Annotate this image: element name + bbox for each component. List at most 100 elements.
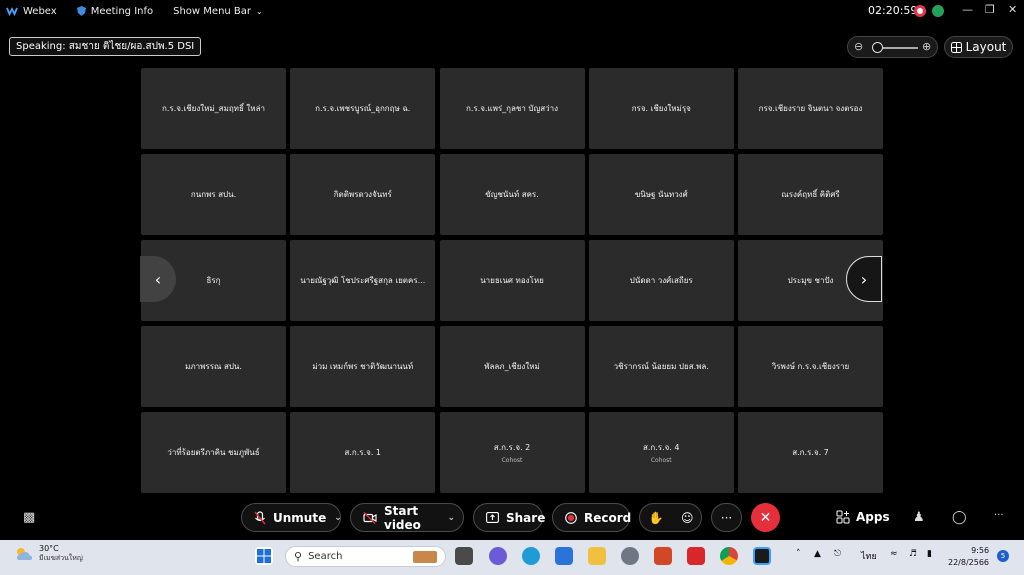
start-video-label: Start video	[384, 503, 421, 532]
powerpoint-icon[interactable]	[654, 547, 672, 565]
participant-tile[interactable]: ส.ก.ร.จ. 4 Cohost	[588, 412, 734, 493]
input-language[interactable]: ไทย	[861, 549, 877, 563]
participant-tile[interactable]: ปนัดดา วงศ์เสถียร	[588, 240, 734, 321]
share-label: Share	[506, 510, 546, 525]
zoom-slider[interactable]: ⊖ ⊕	[847, 36, 938, 58]
participant-name: ขัญชนันท์ สคร.	[485, 190, 539, 199]
participant-name: พัลลภ_เชียงใหม่	[484, 362, 540, 371]
chevron-down-icon: ⌄	[256, 6, 263, 16]
participant-name: นายธเนศ ทองโหย	[480, 276, 544, 285]
tray-security-icon[interactable]: ▲	[814, 549, 821, 559]
participant-name: กนกพร สปน.	[190, 190, 237, 199]
taskbar-search[interactable]: ⚲ Search	[285, 546, 446, 567]
participant-tile[interactable]: นายธเนศ ทองโหย	[439, 240, 585, 321]
participant-role: Cohost	[501, 457, 523, 464]
participant-tile[interactable]: ก.ร.จ.เชียงใหม่_สมฤทธิ์ ใหล่า	[141, 68, 286, 149]
weather-widget[interactable]: 30°C มีเมฆส่วนใหญ่	[14, 544, 83, 564]
windows-start-icon[interactable]	[255, 547, 273, 565]
layout-button[interactable]: Layout	[944, 36, 1013, 58]
participant-name: ก.ร.จ.แพร่_กุลชา บัญสว่าง	[465, 104, 559, 113]
participant-name: ประมุข ชาปัง	[787, 276, 834, 285]
close-window-icon[interactable]: ✕	[1008, 3, 1017, 16]
emoji-reaction-icon[interactable]: ☺	[681, 511, 694, 525]
tray-chevron-up-icon[interactable]: ˄	[796, 549, 801, 559]
participants-icon[interactable]: ♟	[913, 510, 925, 525]
clock-time: 9:56	[971, 546, 990, 555]
network-status-icon	[932, 5, 944, 17]
participant-name: ขนิษฐ นันทวงศ์	[634, 190, 688, 199]
captions-icon[interactable]: ▩	[23, 510, 35, 525]
edge-browser-icon[interactable]	[522, 547, 540, 565]
more-options-button[interactable]: ···	[711, 503, 742, 532]
participant-tile[interactable]: นายณัฐวุฒิ โชประศรีฐสกุล เยตคร...	[290, 240, 436, 321]
unmute-label: Unmute	[273, 510, 327, 525]
participant-tile[interactable]: ม่วม เหมก์พร ชาติวัฒนานนท์	[290, 326, 436, 407]
chevron-left-icon: ‹	[154, 269, 162, 289]
apps-button[interactable]: Apps	[836, 510, 890, 524]
chat-icon[interactable]: ◯	[952, 510, 967, 525]
video-off-icon	[363, 511, 377, 525]
notification-badge[interactable]: 5	[997, 550, 1009, 562]
chrome-browser-icon[interactable]	[720, 547, 738, 565]
participant-name: ณรงค์ฤทธิ์ คิติศรี	[781, 190, 840, 199]
participant-tile[interactable]: กรจ. เชียงใหม่รุจ	[588, 68, 734, 149]
acrobat-icon[interactable]	[687, 547, 705, 565]
zoom-handle[interactable]	[872, 42, 883, 53]
participant-name: ว่าที่ร้อยตรีภาคิน ชมภูพันธ์	[167, 448, 260, 457]
participant-tile[interactable]: วชิรากรณ์ น้อยยม ปยส.พล.	[588, 326, 734, 407]
more-panel-icon[interactable]: ···	[994, 510, 1004, 521]
file-explorer-icon[interactable]	[588, 547, 606, 565]
settings-icon[interactable]	[621, 547, 639, 565]
mic-muted-icon	[254, 510, 266, 525]
microsoft-store-icon[interactable]	[555, 547, 573, 565]
participant-tile[interactable]: กิตติพรดวงจันทร์	[290, 154, 436, 235]
participant-tile[interactable]: ณรงค์ฤทธิ์ คิติศรี	[738, 154, 883, 235]
participant-tile[interactable]: มภาพรรณ สปน.	[141, 326, 286, 407]
participant-tile[interactable]: วิรพงษ์ ก.ร.จ.เชียงราย	[738, 326, 883, 407]
webex-taskbar-icon[interactable]	[753, 547, 771, 565]
participant-tile[interactable]: ส.ก.ร.จ. 2 Cohost	[439, 412, 585, 493]
teams-chat-icon[interactable]	[489, 547, 507, 565]
temperature: 30°C	[39, 544, 59, 553]
participant-name: ส.ก.ร.จ. 2	[493, 443, 531, 452]
participant-tile[interactable]: ก.ร.จ.แพร่_กุลชา บัญสว่าง	[439, 68, 585, 149]
participant-tile[interactable]: ขนิษฐ นันทวงศ์	[588, 154, 734, 235]
webex-menu[interactable]: Webex	[6, 6, 57, 17]
meeting-timer: 02:20:59	[868, 4, 918, 17]
system-clock[interactable]: 9:56 22/8/2566	[948, 545, 989, 569]
leave-meeting-button[interactable]: ✕	[751, 503, 780, 532]
clock-date: 22/8/2566	[948, 558, 990, 567]
participant-tile[interactable]: ขัญชนันท์ สคร.	[439, 154, 585, 235]
raise-hand-icon[interactable]: ✋	[649, 511, 664, 525]
chevron-down-icon[interactable]: ⌄	[447, 513, 455, 523]
battery-icon[interactable]: ▮	[927, 549, 932, 559]
participant-tile[interactable]: พัลลภ_เชียงใหม่	[439, 326, 585, 407]
participant-tile[interactable]: ส.ก.ร.จ. 1	[290, 412, 436, 493]
share-button[interactable]: Share	[473, 503, 546, 532]
participant-tile[interactable]: ก.ร.จ.เพชรบูรณ์_อุกกฤษ ฉ.	[290, 68, 436, 149]
participant-name: นายณัฐวุฒิ โชประศรีฐสกุล เยตคร...	[300, 276, 426, 285]
meeting-info-button[interactable]: Meeting Info	[76, 6, 153, 17]
participant-name: กรจ.เชียงราย จินตนา จงตรอง	[758, 104, 863, 113]
participant-tile[interactable]: กนกพร สปน.	[141, 154, 286, 235]
show-menu-bar-button[interactable]: Show Menu Bar ⌄	[173, 6, 263, 17]
tray-mic-muted-icon[interactable]: ⎋	[834, 549, 841, 559]
participant-tile[interactable]: ส.ก.ร.จ. 7	[738, 412, 883, 493]
reactions-group: ✋ ☺	[639, 503, 702, 532]
record-button[interactable]: Record	[552, 503, 631, 532]
volume-icon[interactable]: ♬	[909, 549, 917, 559]
unmute-button[interactable]: Unmute ⌄	[241, 503, 342, 532]
zoom-in-icon[interactable]: ⊕	[922, 40, 931, 53]
participant-name: ก.ร.จ.เชียงใหม่_สมฤทธิ์ ใหล่า	[162, 104, 265, 113]
start-video-button[interactable]: Start video ⌄	[350, 503, 464, 532]
participant-name: ส.ก.ร.จ. 1	[344, 448, 381, 457]
chevron-down-icon[interactable]: ⌄	[334, 513, 342, 523]
restore-icon[interactable]: ❐	[985, 3, 995, 16]
participant-tile[interactable]: ว่าที่ร้อยตรีภาคิน ชมภูพันธ์	[141, 412, 286, 493]
participant-name: มภาพรรณ สปน.	[185, 362, 242, 371]
wifi-icon[interactable]: ≈	[890, 549, 898, 559]
task-view-icon[interactable]	[455, 547, 473, 565]
minimize-icon[interactable]: —	[962, 3, 973, 16]
zoom-out-icon[interactable]: ⊖	[854, 40, 863, 53]
participant-tile[interactable]: กรจ.เชียงราย จินตนา จงตรอง	[738, 68, 883, 149]
